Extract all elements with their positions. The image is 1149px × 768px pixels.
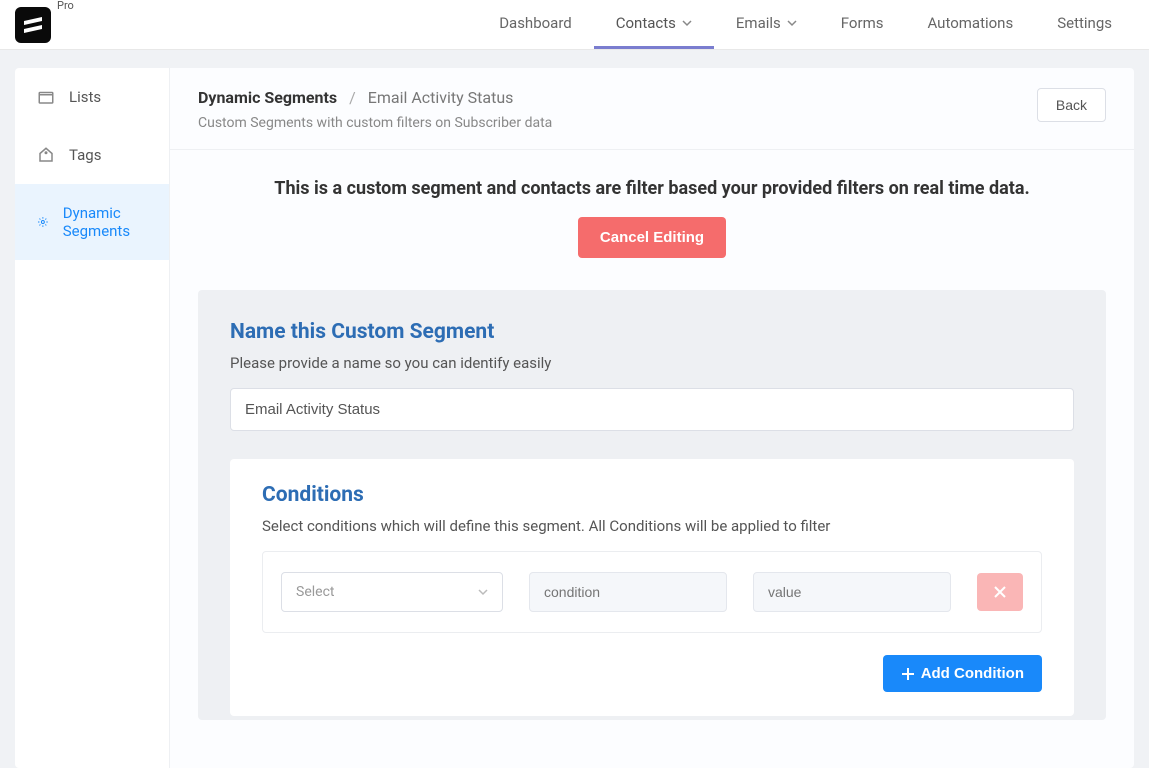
segment-icon [37,213,49,231]
pro-badge: Pro [57,0,74,12]
page-body: Lists Tags Dynamic Segments Dynamic Segm… [15,68,1134,768]
name-section-subtitle: Please provide a name so you can identif… [230,354,1074,372]
back-button[interactable]: Back [1037,88,1106,122]
nav-automations[interactable]: Automations [905,0,1035,49]
condition-operator-input[interactable] [529,572,727,612]
main-content: Dynamic Segments / Email Activity Status… [170,68,1134,768]
name-section-title: Name this Custom Segment [230,320,1074,344]
nav-emails[interactable]: Emails [714,0,819,49]
nav-label: Contacts [616,14,676,32]
sidebar-item-dynamic-segments[interactable]: Dynamic Segments [15,184,169,260]
breadcrumb: Dynamic Segments / Email Activity Status [198,88,1037,107]
nav-contacts[interactable]: Contacts [594,0,714,49]
nav-settings[interactable]: Settings [1035,0,1134,49]
breadcrumb-separator: / [349,88,356,107]
remove-condition-button[interactable] [977,573,1023,611]
intro-text: This is a custom segment and contacts ar… [190,178,1114,199]
app-logo[interactable] [15,7,51,43]
chevron-down-icon [682,18,692,28]
add-condition-button[interactable]: Add Condition [883,655,1042,692]
nav-label: Emails [736,14,781,32]
nav-label: Dashboard [499,14,572,32]
sidebar-item-label: Tags [69,146,101,164]
intro-panel: This is a custom segment and contacts ar… [170,150,1134,268]
nav-label: Automations [927,14,1013,32]
conditions-subtitle: Select conditions which will define this… [262,517,1042,535]
conditions-card: Conditions Select conditions which will … [230,459,1074,716]
breadcrumb-current: Email Activity Status [368,88,514,107]
list-icon [37,88,55,106]
page-subtitle: Custom Segments with custom filters on S… [198,115,1037,131]
logo-icon [21,13,45,37]
top-nav: Dashboard Contacts Emails Forms Automati… [477,0,1134,49]
chevron-down-icon [787,18,797,28]
conditions-title: Conditions [262,483,1042,507]
segment-form: Name this Custom Segment Please provide … [198,290,1106,720]
close-icon [994,586,1006,598]
plus-icon [901,667,915,681]
cancel-editing-button[interactable]: Cancel Editing [578,217,726,258]
nav-forms[interactable]: Forms [819,0,906,49]
conditions-footer: Add Condition [262,655,1042,692]
top-bar: Pro Dashboard Contacts Emails Forms Auto… [0,0,1149,50]
nav-dashboard[interactable]: Dashboard [477,0,594,49]
condition-row: Select [262,551,1042,633]
nav-label: Forms [841,14,884,32]
sidebar-item-lists[interactable]: Lists [15,68,169,126]
condition-value-input[interactable] [753,572,951,612]
breadcrumb-root[interactable]: Dynamic Segments [198,88,337,107]
select-placeholder: Select [296,584,334,600]
chevron-down-icon [478,587,488,597]
sidebar: Lists Tags Dynamic Segments [15,68,170,768]
sidebar-item-label: Lists [69,88,101,106]
condition-field-select[interactable]: Select [281,572,503,612]
page-header: Dynamic Segments / Email Activity Status… [170,68,1134,150]
tag-icon [37,146,55,164]
add-condition-label: Add Condition [921,665,1024,682]
sidebar-item-tags[interactable]: Tags [15,126,169,184]
sidebar-item-label: Dynamic Segments [63,204,147,240]
brand: Pro [15,7,74,43]
nav-label: Settings [1057,14,1112,32]
segment-name-input[interactable] [230,388,1074,431]
